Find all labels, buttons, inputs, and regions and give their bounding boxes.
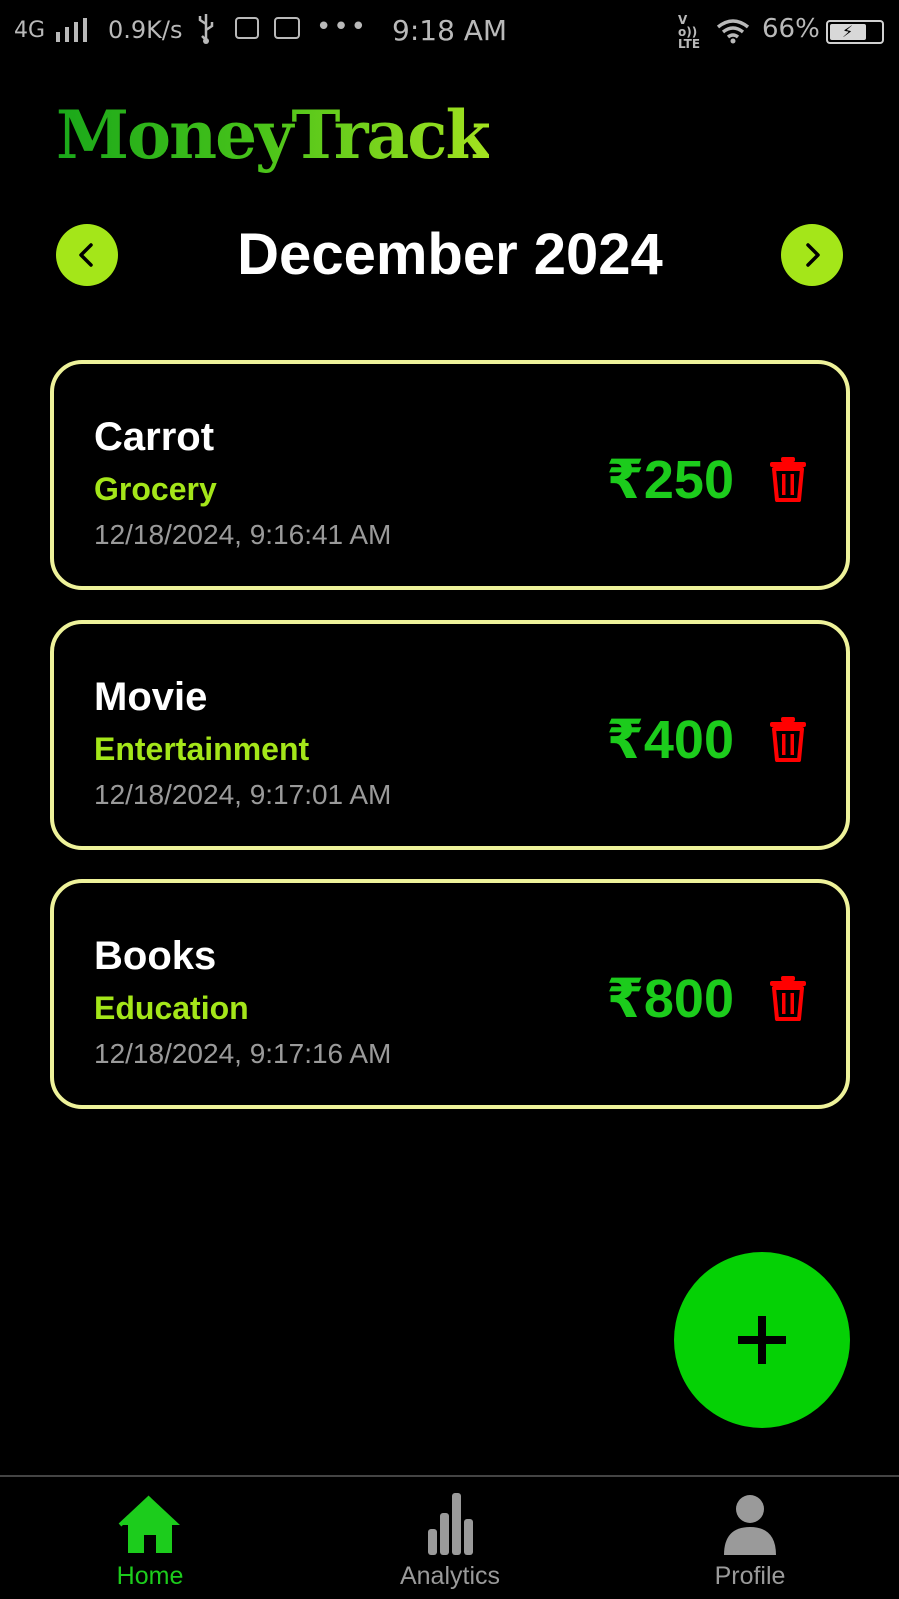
- network-type: 4G: [14, 18, 46, 43]
- battery-percent: 66%: [762, 14, 820, 44]
- chevron-left-icon: [79, 243, 93, 267]
- next-month-button[interactable]: [781, 224, 843, 286]
- message-icon: [274, 17, 300, 39]
- wifi-icon: [716, 19, 750, 44]
- bar-chart-icon: [428, 1493, 473, 1555]
- tab-profile-label: Profile: [714, 1562, 786, 1590]
- expense-card[interactable]: Carrot Grocery 12/18/2024, 9:16:41 AM ₹2…: [50, 360, 850, 590]
- network-speed: 0.9K/s: [108, 16, 183, 44]
- status-bar: 4G 0.9K/s ••• 9:18 AM Vo)) LTE 66% ⚡: [0, 0, 899, 62]
- expense-title: Books: [94, 934, 217, 978]
- trash-icon[interactable]: [768, 975, 808, 1021]
- expense-date: 12/18/2024, 9:17:16 AM: [94, 1038, 392, 1069]
- expense-card[interactable]: Movie Entertainment 12/18/2024, 9:17:01 …: [50, 620, 850, 850]
- usb-icon: [198, 14, 214, 44]
- expense-amount: ₹400: [606, 710, 734, 770]
- tab-analytics-label: Analytics: [399, 1562, 501, 1590]
- expense-amount: ₹800: [606, 969, 734, 1029]
- expense-date: 12/18/2024, 9:16:41 AM: [94, 519, 392, 550]
- trash-icon[interactable]: [768, 456, 808, 502]
- money-track-screen: 4G 0.9K/s ••• 9:18 AM Vo)) LTE 66% ⚡ Mon…: [0, 0, 899, 1599]
- battery-icon: ⚡: [826, 20, 884, 44]
- plus-icon: [738, 1316, 786, 1364]
- expense-amount: ₹250: [606, 450, 734, 510]
- bottom-navigation: Home Analytics Profile: [0, 1475, 899, 1599]
- app-logo-title: MoneyTrack: [56, 96, 491, 174]
- tab-home[interactable]: Home: [0, 1477, 300, 1599]
- chevron-right-icon: [806, 243, 820, 267]
- expense-title: Carrot: [94, 415, 215, 459]
- add-expense-button[interactable]: [674, 1252, 850, 1428]
- usb-debug-icon: [235, 17, 259, 39]
- expense-date: 12/18/2024, 9:17:01 AM: [94, 779, 392, 810]
- expense-category: Grocery: [94, 471, 217, 507]
- volte-indicator: Vo)) LTE: [678, 13, 701, 51]
- tab-home-label: Home: [116, 1562, 184, 1590]
- current-month-label: December 2024: [237, 222, 663, 287]
- previous-month-button[interactable]: [56, 224, 118, 286]
- signal-icon: [56, 18, 87, 42]
- expense-card[interactable]: Books Education 12/18/2024, 9:17:16 AM ₹…: [50, 879, 850, 1109]
- tab-profile[interactable]: Profile: [600, 1477, 899, 1599]
- expense-title: Movie: [94, 675, 208, 719]
- status-time: 9:18 AM: [392, 14, 508, 47]
- trash-icon[interactable]: [768, 716, 808, 762]
- expense-category: Education: [94, 990, 249, 1026]
- home-icon: [118, 1495, 180, 1553]
- user-icon: [724, 1495, 776, 1555]
- tab-analytics[interactable]: Analytics: [300, 1477, 600, 1599]
- more-notifications-icon: •••: [316, 12, 369, 42]
- expense-category: Entertainment: [94, 731, 310, 767]
